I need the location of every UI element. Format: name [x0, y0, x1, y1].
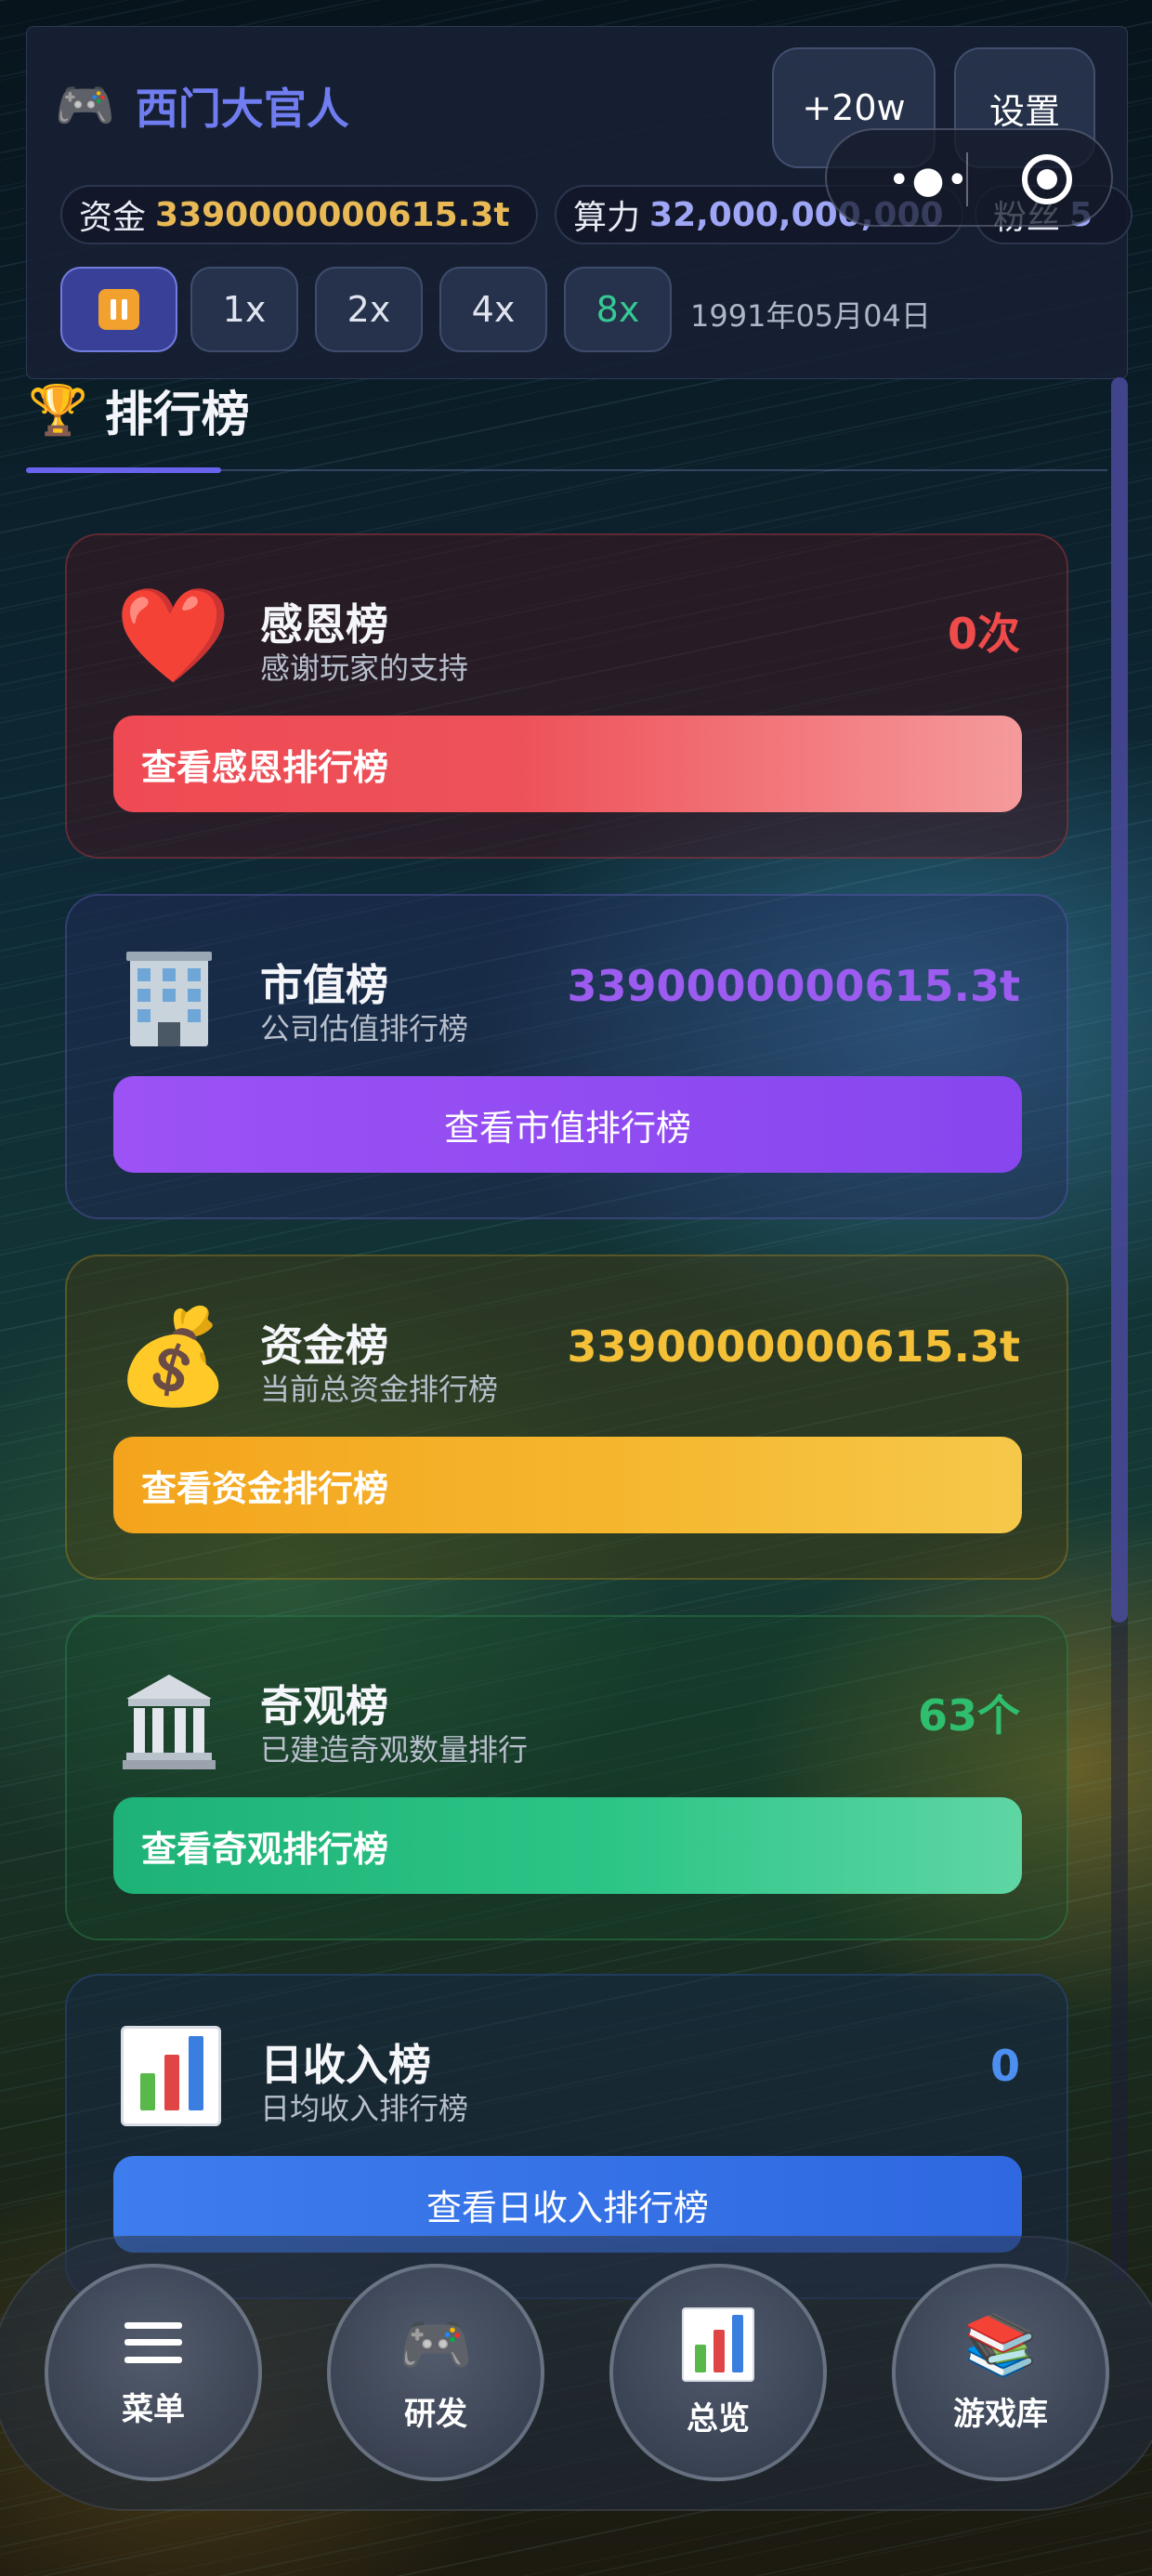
speed-2x-button[interactable]: 2x	[315, 267, 423, 352]
money-bag-icon: 💰	[115, 1302, 231, 1411]
card-value: 63个	[917, 1690, 1020, 1741]
card-value: 0	[989, 2041, 1020, 2091]
game-date: 1991年05月04日	[690, 298, 931, 334]
card-value: 3390000000615.3t	[567, 961, 1020, 1011]
game-controller-icon: 🎮	[399, 2310, 473, 2380]
card-value: 3390000000615.3t	[567, 1321, 1020, 1372]
ranking-card-market-value: 市值榜 公司估值排行榜 3390000000615.3t 查看市值排行榜	[65, 894, 1068, 1219]
ranking-card-wonders: 奇观榜 已建造奇观数量排行 63个 查看奇观排行榜	[65, 1615, 1068, 1940]
card-title: 日收入榜	[260, 2040, 431, 2090]
card-description: 日均收入排行榜	[260, 2091, 469, 2126]
view-funds-ranking-button[interactable]: 查看资金排行榜	[113, 1437, 1022, 1533]
nav-overview-button[interactable]: 总览	[609, 2264, 827, 2481]
pause-button[interactable]	[60, 267, 177, 352]
section-divider-accent	[26, 467, 221, 473]
speed-1x-button[interactable]: 1x	[190, 267, 298, 352]
bar-chart-icon	[121, 2026, 221, 2126]
nav-label: 菜单	[122, 2390, 185, 2428]
card-title: 奇观榜	[260, 1681, 388, 1731]
more-icon[interactable]: •●•	[888, 162, 970, 199]
nav-label: 研发	[404, 2395, 467, 2433]
player-name: 西门大官人	[135, 84, 349, 134]
close-target-icon[interactable]	[1022, 154, 1072, 204]
card-description: 当前总资金排行榜	[260, 1372, 499, 1407]
ranking-card-thanks: ❤️ 感恩榜 感谢玩家的支持 0次 查看感恩排行榜	[65, 533, 1068, 859]
heart-icon: ❤️	[115, 581, 231, 690]
card-value: 0次	[947, 609, 1020, 659]
miniprogram-capsule: •●•	[825, 128, 1113, 227]
menu-icon	[124, 2317, 182, 2369]
view-thanks-ranking-button[interactable]: 查看感恩排行榜	[113, 716, 1022, 812]
nav-label: 游戏库	[953, 2395, 1048, 2433]
building-icon	[126, 952, 212, 1046]
trophy-icon: 🏆	[28, 382, 88, 439]
section-title: 排行榜	[104, 388, 250, 443]
ranking-card-funds: 💰 资金榜 当前总资金排行榜 3390000000615.3t 查看资金排行榜	[65, 1255, 1068, 1580]
nav-research-button[interactable]: 🎮 研发	[327, 2264, 544, 2481]
power-label: 算力	[573, 199, 641, 237]
nav-game-library-button[interactable]: 📚 游戏库	[892, 2264, 1109, 2481]
speed-4x-button[interactable]: 4x	[439, 267, 547, 352]
capsule-divider	[966, 152, 968, 206]
nav-label: 总览	[687, 2399, 750, 2438]
view-wonders-ranking-button[interactable]: 查看奇观排行榜	[113, 1797, 1022, 1894]
card-title: 感恩榜	[260, 599, 388, 650]
books-icon: 📚	[963, 2310, 1038, 2380]
speed-8x-button[interactable]: 8x	[564, 267, 672, 352]
funds-label: 资金	[79, 199, 147, 237]
scrollbar-thumb[interactable]	[1111, 377, 1128, 1623]
player-info: 🎮 西门大官人	[55, 75, 349, 137]
funds-value: 3390000000615.3t	[155, 195, 510, 234]
card-description: 已建造奇观数量排行	[260, 1732, 529, 1768]
card-description: 公司估值排行榜	[260, 1011, 469, 1046]
card-title: 资金榜	[260, 1321, 388, 1371]
pause-icon	[98, 289, 139, 330]
game-controller-icon: 🎮	[55, 78, 115, 134]
nav-menu-button[interactable]: 菜单	[45, 2264, 262, 2481]
card-title: 市值榜	[260, 960, 388, 1010]
card-description: 感谢玩家的支持	[260, 651, 469, 686]
view-market-value-ranking-button[interactable]: 查看市值排行榜	[113, 1076, 1022, 1173]
section-header: 🏆 排行榜	[28, 375, 250, 445]
funds-stat: 资金 3390000000615.3t	[60, 185, 538, 244]
classical-building-icon	[123, 1675, 216, 1769]
bar-chart-icon	[682, 2307, 754, 2382]
